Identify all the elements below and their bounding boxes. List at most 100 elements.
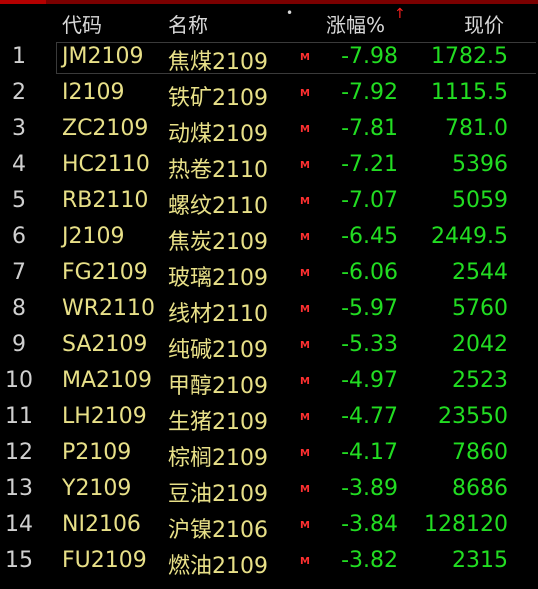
contract-code: LH2109	[62, 404, 147, 429]
table-row[interactable]: 3 ZC2109 动煤2109 M -7.81 781.0	[0, 112, 538, 148]
contract-code: I2109	[62, 80, 125, 105]
table-row[interactable]: 5 RB2110 螺纹2110 M -7.07 5059	[0, 184, 538, 220]
contract-code: FG2109	[62, 260, 148, 285]
contract-code: P2109	[62, 440, 132, 465]
table-row[interactable]: 13 Y2109 豆油2109 M -3.89 8686	[0, 472, 538, 508]
row-index: 7	[12, 260, 26, 285]
row-index: 8	[12, 296, 26, 321]
sort-ascending-arrow-icon: ↑	[394, 6, 406, 22]
table-row[interactable]: 1 JM2109 焦煤2109 M -7.98 1782.5	[0, 40, 538, 76]
table-row[interactable]: 15 FU2109 燃油2109 M -3.82 2315	[0, 544, 538, 580]
contract-code: NI2106	[62, 512, 141, 537]
last-price: 23550	[438, 404, 508, 429]
table-row[interactable]: 4 HC2110 热卷2110 M -7.21 5396	[0, 148, 538, 184]
table-row[interactable]: 11 LH2109 生猪2109 M -4.77 23550	[0, 400, 538, 436]
column-header-name[interactable]: 名称	[168, 9, 208, 38]
main-contract-marker: M	[300, 304, 310, 315]
table-row[interactable]: 8 WR2110 线材2110 M -5.97 5760	[0, 292, 538, 328]
contract-name: 生猪2109	[168, 410, 268, 435]
last-price: 5396	[452, 152, 508, 177]
contract-name: 焦煤2109	[168, 50, 268, 75]
main-contract-marker: M	[300, 340, 310, 351]
main-contract-marker: M	[300, 196, 310, 207]
main-contract-marker: M	[300, 520, 310, 531]
last-price: 1782.5	[431, 44, 508, 69]
last-price: 2449.5	[431, 224, 508, 249]
last-price: 1115.5	[431, 80, 508, 105]
column-header-price[interactable]: 现价	[464, 9, 504, 38]
main-contract-marker: M	[300, 232, 310, 243]
main-contract-marker: M	[300, 160, 310, 171]
change-percent: -7.98	[341, 44, 398, 69]
row-index: 4	[12, 152, 26, 177]
row-index: 2	[12, 80, 26, 105]
table-row[interactable]: 12 P2109 棕榈2109 M -4.17 7860	[0, 436, 538, 472]
table-row[interactable]: 10 MA2109 甲醇2109 M -4.97 2523	[0, 364, 538, 400]
main-contract-marker: M	[300, 88, 310, 99]
row-index: 5	[12, 188, 26, 213]
change-percent: -7.21	[341, 152, 398, 177]
contract-code: RB2110	[62, 188, 149, 213]
row-index: 9	[12, 332, 26, 357]
last-price: 2315	[452, 548, 508, 573]
change-percent: -4.77	[341, 404, 398, 429]
row-index: 12	[5, 440, 33, 465]
table-row[interactable]: 6 J2109 焦炭2109 M -6.45 2449.5	[0, 220, 538, 256]
column-header-code[interactable]: 代码	[62, 9, 102, 38]
column-header-change-percent[interactable]: 涨幅%	[326, 9, 385, 38]
table-row[interactable]: 7 FG2109 玻璃2109 M -6.06 2544	[0, 256, 538, 292]
contract-code: WR2110	[62, 296, 156, 321]
change-percent: -3.82	[341, 548, 398, 573]
row-index: 3	[12, 116, 26, 141]
table-header: 代码 名称 • 涨幅% ↑ 现价	[0, 4, 538, 40]
main-contract-marker: M	[300, 268, 310, 279]
main-contract-marker: M	[300, 124, 310, 135]
main-contract-marker: M	[300, 484, 310, 495]
last-price: 5760	[452, 296, 508, 321]
main-contract-marker: M	[300, 448, 310, 459]
change-percent: -3.89	[341, 476, 398, 501]
contract-name: 燃油2109	[168, 554, 268, 579]
change-percent: -4.97	[341, 368, 398, 393]
table-row[interactable]: 2 I2109 铁矿2109 M -7.92 1115.5	[0, 76, 538, 112]
row-index: 15	[5, 548, 33, 573]
main-contract-marker: M	[300, 52, 310, 63]
last-price: 781.0	[445, 116, 508, 141]
last-price: 128120	[424, 512, 508, 537]
row-index: 6	[12, 224, 26, 249]
last-price: 8686	[452, 476, 508, 501]
change-percent: -6.06	[341, 260, 398, 285]
contract-code: SA2109	[62, 332, 148, 357]
contract-name: 棕榈2109	[168, 446, 268, 471]
column-header-marker-dot: •	[286, 6, 294, 20]
contract-name: 螺纹2110	[168, 194, 268, 219]
row-index: 10	[5, 368, 33, 393]
change-percent: -7.92	[341, 80, 398, 105]
contract-name: 热卷2110	[168, 158, 268, 183]
last-price: 2042	[452, 332, 508, 357]
contract-name: 线材2110	[168, 302, 268, 327]
contract-name: 动煤2109	[168, 122, 268, 147]
change-percent: -3.84	[341, 512, 398, 537]
last-price: 2544	[452, 260, 508, 285]
last-price: 5059	[452, 188, 508, 213]
change-percent: -7.81	[341, 116, 398, 141]
table-row[interactable]: 14 NI2106 沪镍2106 M -3.84 128120	[0, 508, 538, 544]
contract-code: ZC2109	[62, 116, 149, 141]
main-contract-marker: M	[300, 412, 310, 423]
table-row[interactable]: 9 SA2109 纯碱2109 M -5.33 2042	[0, 328, 538, 364]
row-index: 11	[5, 404, 33, 429]
contract-code: HC2110	[62, 152, 150, 177]
change-percent: -7.07	[341, 188, 398, 213]
contract-name: 玻璃2109	[168, 266, 268, 291]
contract-code: MA2109	[62, 368, 153, 393]
row-index: 14	[5, 512, 33, 537]
contract-name: 纯碱2109	[168, 338, 268, 363]
contract-code: Y2109	[62, 476, 132, 501]
change-percent: -5.97	[341, 296, 398, 321]
contract-name: 沪镍2106	[168, 518, 268, 543]
main-contract-marker: M	[300, 556, 310, 567]
contract-name: 焦炭2109	[168, 230, 268, 255]
contract-name: 甲醇2109	[168, 374, 268, 399]
contract-code: FU2109	[62, 548, 147, 573]
